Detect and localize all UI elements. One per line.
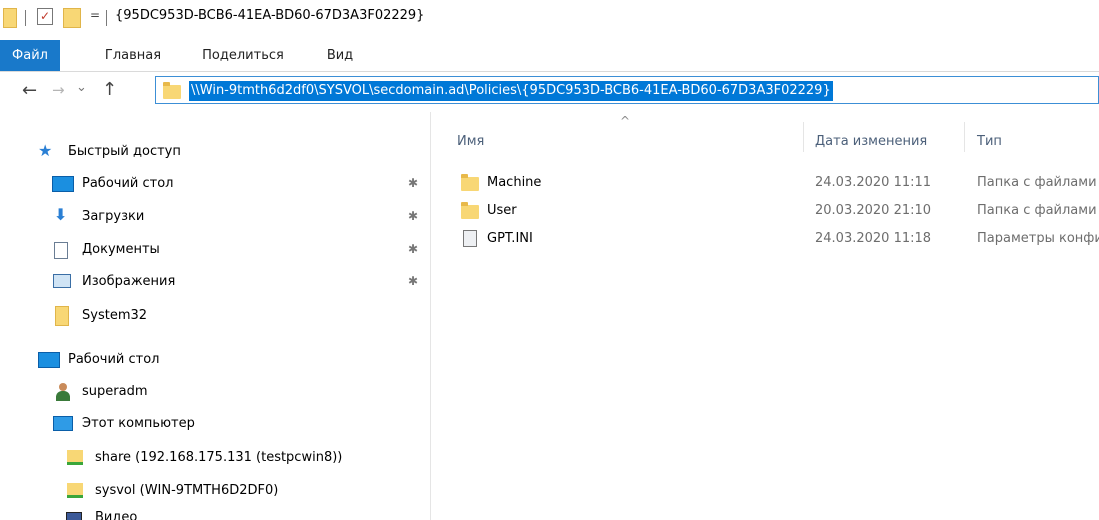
separator	[25, 10, 26, 26]
sidebar-item-label: Рабочий стол	[82, 176, 174, 191]
desktop-icon	[38, 352, 60, 368]
column-divider[interactable]	[964, 122, 965, 152]
tab-view[interactable]: Вид	[320, 40, 360, 71]
address-path[interactable]: \\Win-9tmth6d2df0\SYSVOL\secdomain.ad\Po…	[189, 81, 833, 101]
sidebar-item-label: share (192.168.175.131 (testpcwin8))	[95, 450, 343, 465]
table-row[interactable]: User 20.03.2020 21:10 Папка с файлами	[455, 197, 1099, 225]
sidebar-item-label: Видео	[95, 510, 138, 520]
quick-access-dropdown[interactable]: =	[90, 8, 100, 22]
navigation-pane: ★ Быстрый доступ Рабочий стол ✱ ⬇ Загруз…	[0, 112, 431, 520]
table-row[interactable]: GPT.INI 24.03.2020 11:18 Параметры конфи…	[455, 225, 1099, 253]
sidebar-item-label: superadm	[82, 384, 148, 399]
file-date: 24.03.2020 11:18	[815, 231, 932, 246]
file-type: Папка с файлами	[977, 175, 1097, 190]
window-title: {95DC953D-BCB6-41EA-BD60-67D3A3F02229}	[115, 8, 425, 23]
address-bar[interactable]: \\Win-9tmth6d2df0\SYSVOL\secdomain.ad\Po…	[155, 76, 1099, 104]
folder-icon	[461, 202, 479, 219]
network-drive-icon	[67, 483, 83, 498]
computer-icon	[53, 416, 73, 431]
pictures-icon	[53, 274, 71, 288]
sidebar-item-downloads[interactable]: ⬇ Загрузки ✱	[0, 201, 430, 233]
sidebar-item-this-pc[interactable]: Этот компьютер	[0, 408, 430, 440]
sidebar-item-system32[interactable]: System32	[0, 300, 430, 332]
recent-locations-button[interactable]: ⌄	[76, 80, 87, 95]
new-folder-icon[interactable]	[63, 8, 81, 28]
ribbon-tabs: Файл Главная Поделиться Вид	[0, 40, 1099, 72]
tab-file-label: Файл	[12, 48, 48, 63]
sidebar-item-quick-access[interactable]: ★ Быстрый доступ	[0, 136, 430, 168]
network-drive-icon	[67, 450, 83, 465]
pin-icon[interactable]: ✱	[408, 242, 418, 256]
sidebar-item-sysvol[interactable]: sysvol (WIN-9TMTH6D2DF0)	[0, 475, 430, 507]
tab-file[interactable]: Файл	[0, 40, 60, 71]
column-header-type[interactable]: Тип	[977, 134, 1002, 149]
file-name: Machine	[487, 175, 542, 190]
back-button[interactable]: ←	[22, 80, 37, 101]
column-header-date[interactable]: Дата изменения	[815, 134, 927, 149]
folder-icon	[163, 82, 181, 99]
sidebar-item-share[interactable]: share (192.168.175.131 (testpcwin8))	[0, 442, 430, 474]
folder-icon	[3, 8, 17, 28]
sidebar-item-superadm[interactable]: superadm	[0, 376, 430, 408]
user-icon	[56, 383, 70, 401]
file-date: 24.03.2020 11:11	[815, 175, 932, 190]
title-bar: ✓ = {95DC953D-BCB6-41EA-BD60-67D3A3F0222…	[0, 0, 1099, 40]
desktop-icon	[52, 176, 74, 192]
column-divider[interactable]	[803, 122, 804, 152]
file-type: Папка с файлами	[977, 203, 1097, 218]
sidebar-item-label: Быстрый доступ	[68, 144, 181, 159]
sidebar-item-label: System32	[82, 308, 148, 323]
folder-icon	[55, 306, 69, 326]
up-button[interactable]: ↑	[102, 79, 117, 100]
folder-icon	[461, 174, 479, 191]
sort-ascending-icon: ^	[620, 114, 631, 128]
download-icon: ⬇	[54, 205, 68, 224]
separator	[106, 10, 107, 26]
file-type: Параметры конфигурации	[977, 231, 1099, 246]
forward-button[interactable]: →	[52, 81, 65, 99]
sidebar-item-label: Загрузки	[82, 209, 145, 224]
file-name: GPT.INI	[487, 231, 533, 246]
navigation-bar: ← → ⌄ ↑ \\Win-9tmth6d2df0\SYSVOL\secdoma…	[0, 74, 1099, 112]
video-icon	[66, 512, 82, 520]
pin-icon[interactable]: ✱	[408, 274, 418, 288]
documents-icon	[54, 242, 68, 259]
file-list: Machine 24.03.2020 11:11 Папка с файлами…	[455, 164, 1099, 264]
sidebar-item-desktop[interactable]: Рабочий стол	[0, 344, 430, 376]
sidebar-item-label: Этот компьютер	[82, 416, 195, 431]
file-name: User	[487, 203, 517, 218]
sidebar-item-pictures[interactable]: Изображения ✱	[0, 266, 430, 298]
sidebar-item-video[interactable]: Видео	[0, 508, 430, 520]
pin-icon[interactable]: ✱	[408, 176, 418, 190]
pin-icon[interactable]: ✱	[408, 209, 418, 223]
table-row[interactable]: Machine 24.03.2020 11:11 Папка с файлами	[455, 169, 1099, 197]
star-icon: ★	[38, 141, 53, 160]
column-header-name[interactable]: Имя	[457, 134, 484, 149]
ini-file-icon	[463, 230, 477, 247]
tab-share[interactable]: Поделиться	[196, 40, 290, 71]
tab-home[interactable]: Главная	[100, 40, 166, 71]
sidebar-item-label: Документы	[82, 242, 160, 257]
file-date: 20.03.2020 21:10	[815, 203, 932, 218]
sidebar-item-label: Изображения	[82, 274, 176, 289]
sidebar-item-label: Рабочий стол	[68, 352, 160, 367]
sidebar-item-documents[interactable]: Документы ✱	[0, 234, 430, 266]
sidebar-item-label: sysvol (WIN-9TMTH6D2DF0)	[95, 483, 279, 498]
sidebar-item-desktop-pinned[interactable]: Рабочий стол ✱	[0, 168, 430, 200]
properties-icon[interactable]: ✓	[37, 8, 53, 25]
